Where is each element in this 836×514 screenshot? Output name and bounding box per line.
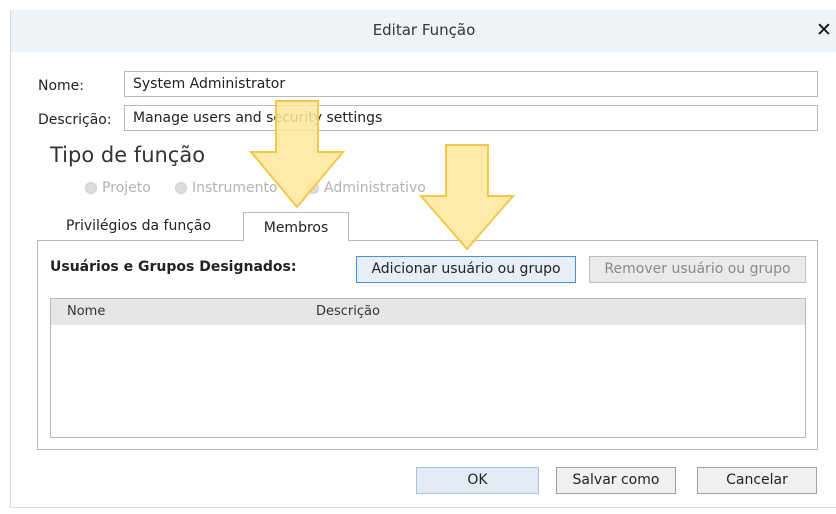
dialog-title: Editar Função [372, 21, 476, 39]
description-input[interactable] [124, 105, 818, 131]
save-as-button[interactable]: Salvar como [556, 467, 676, 494]
cancel-button[interactable]: Cancelar [697, 467, 817, 494]
tab-members[interactable]: Membros [243, 212, 349, 242]
title-bar: Editar Função ✕ [11, 10, 836, 52]
radio-administrativo[interactable]: Administrativo [307, 180, 426, 196]
name-label: Nome: [38, 78, 85, 94]
close-icon[interactable]: ✕ [813, 18, 835, 42]
add-user-or-group-button[interactable]: Adicionar usuário ou grupo [356, 256, 576, 283]
members-grid[interactable]: Nome Descrição [50, 298, 806, 438]
radio-circle-icon [307, 182, 319, 194]
radio-circle-icon [175, 182, 187, 194]
tab-role-privileges[interactable]: Privilégios da função [66, 218, 211, 234]
grid-header: Nome Descrição [51, 299, 805, 325]
column-header-name[interactable]: Nome [67, 304, 105, 319]
radio-circle-icon [85, 182, 97, 194]
radio-label: Administrativo [324, 180, 426, 196]
role-type-heading: Tipo de função [50, 143, 206, 167]
assigned-users-label: Usuários e Grupos Designados: [50, 259, 297, 275]
name-input[interactable] [124, 71, 818, 97]
ok-button[interactable]: OK [416, 467, 539, 494]
radio-label: Projeto [102, 180, 151, 196]
remove-user-or-group-button[interactable]: Remover usuário ou grupo [589, 256, 806, 283]
description-label: Descrição: [38, 112, 112, 128]
column-header-description[interactable]: Descrição [316, 304, 380, 319]
radio-instrumento[interactable]: Instrumento [175, 180, 278, 196]
radio-projeto[interactable]: Projeto [85, 180, 151, 196]
radio-label: Instrumento [192, 180, 278, 196]
